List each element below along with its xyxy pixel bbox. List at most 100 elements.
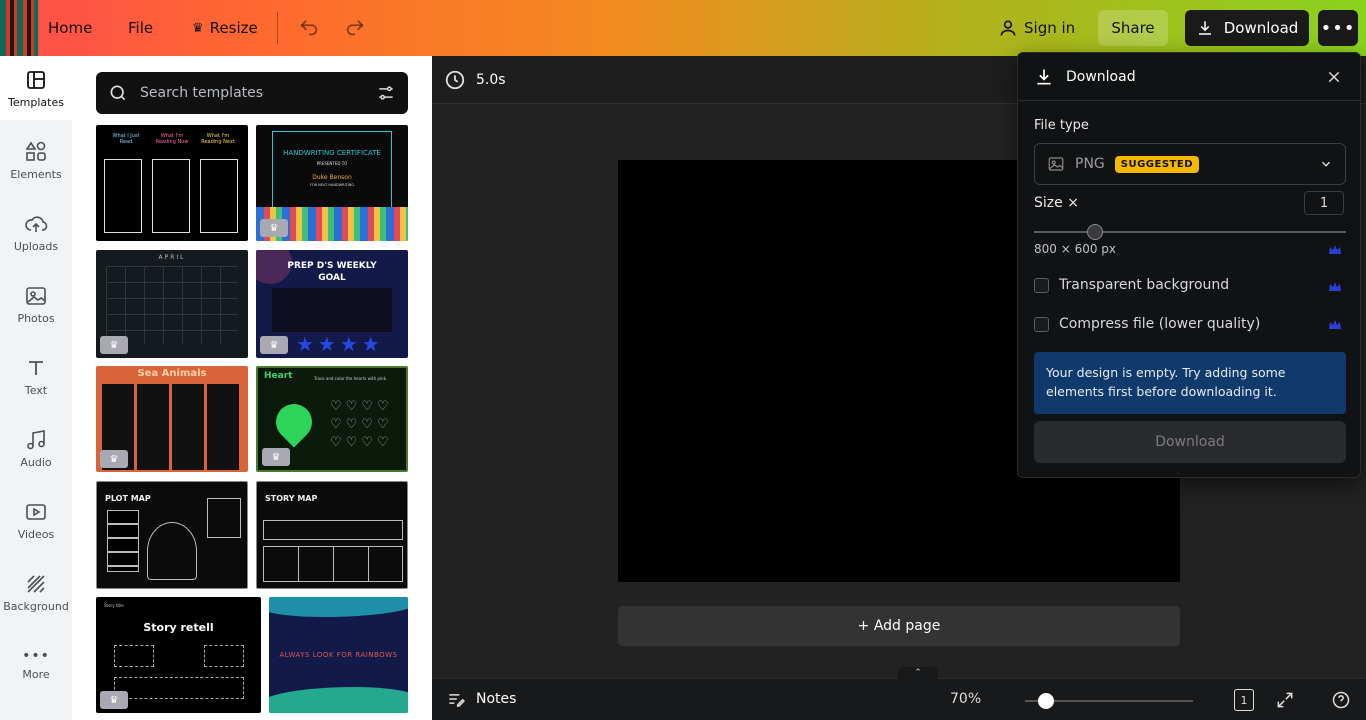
rail-item-elements[interactable]: Elements — [0, 128, 72, 192]
home-button[interactable]: Home — [40, 10, 100, 46]
file-menu-button[interactable]: File — [120, 10, 161, 46]
goal-box — [272, 288, 392, 332]
rail-item-audio[interactable]: Audio — [0, 416, 72, 480]
redo-button[interactable] — [336, 10, 374, 46]
template-thumbnail[interactable]: STORY MAP — [256, 481, 408, 589]
retell-box — [204, 645, 244, 667]
heart-character — [268, 396, 320, 448]
rail-item-text[interactable]: Text — [0, 344, 72, 408]
template-text: STORY MAP — [265, 494, 318, 503]
template-thumbnail[interactable]: Story title Story retell ♛ — [96, 597, 261, 713]
search-input[interactable]: Search templates — [140, 85, 364, 101]
template-thumbnail[interactable]: PLOT MAP — [96, 481, 248, 589]
size-slider[interactable] — [1034, 231, 1346, 233]
template-thumbnail[interactable]: APRIL ♛ — [96, 250, 248, 358]
template-thumbnail[interactable]: What I Just Read What I'm Reading Now Wh… — [96, 125, 248, 241]
close-icon[interactable] — [1326, 69, 1342, 85]
add-page-button[interactable]: + Add page — [618, 606, 1180, 646]
download-label: Download — [1223, 19, 1299, 37]
notes-button[interactable]: Notes — [446, 689, 516, 709]
download-panel-title: Download — [1066, 68, 1136, 85]
template-thumbnail[interactable]: PREP D'S WEEKLY GOAL ★★★★ ♛ — [256, 250, 408, 358]
fullscreen-icon[interactable] — [1275, 690, 1295, 710]
template-thumbnail[interactable]: HANDWRITING CERTIFICATE PRESENTED TO Duk… — [256, 125, 408, 241]
story-row — [263, 520, 403, 540]
more-options-button[interactable]: ••• — [1318, 10, 1358, 46]
compress-file-checkbox[interactable] — [1034, 316, 1049, 332]
download-button[interactable]: Download — [1185, 10, 1309, 46]
rail-item-photos[interactable]: Photos — [0, 272, 72, 336]
rail-label: Videos — [17, 527, 55, 541]
file-type-select[interactable]: PNG SUGGESTED — [1034, 143, 1346, 185]
rail-item-templates[interactable]: Templates — [0, 56, 72, 120]
zoom-slider-knob[interactable] — [1038, 693, 1054, 709]
download-submit-button[interactable]: Download — [1034, 421, 1346, 463]
undo-button[interactable] — [290, 10, 328, 46]
undo-icon — [300, 20, 318, 36]
template-thumbnail[interactable]: Sea Animals ♛ — [96, 366, 248, 472]
more-icon: ••• — [22, 647, 50, 664]
page-count-button[interactable]: 1 — [1234, 689, 1254, 711]
brand-stripe — [0, 0, 38, 56]
resize-button[interactable]: ♛ Resize — [184, 10, 266, 46]
compress-file-option[interactable]: Compress file (lower quality) — [1034, 314, 1346, 334]
clock-icon[interactable] — [444, 69, 466, 91]
filter-icon[interactable] — [376, 83, 396, 103]
expand-pages-button[interactable]: ⌃ — [898, 667, 938, 679]
premium-crown-icon: ♛ — [262, 448, 290, 466]
bottom-bar: ⌃ Notes 70% 1 — [432, 667, 1366, 720]
download-panel: Download File type PNG SUGGESTED Size × … — [1017, 52, 1361, 478]
rail-item-uploads[interactable]: Uploads — [0, 200, 72, 264]
plot-box — [207, 498, 241, 538]
template-thumbnail[interactable]: ALWAYS LOOK FOR RAINBOWS — [269, 597, 408, 713]
rail-label: Uploads — [13, 239, 59, 253]
rail-item-videos[interactable]: Videos — [0, 488, 72, 552]
premium-crown-icon: ♛ — [100, 336, 128, 354]
size-label: Size × — [1034, 195, 1079, 211]
transparent-background-checkbox[interactable] — [1034, 277, 1049, 293]
retell-box — [114, 677, 244, 699]
file-type-value: PNG — [1075, 156, 1105, 172]
premium-crown-icon — [1329, 245, 1341, 254]
template-text: What I'm Reading Now — [155, 133, 189, 145]
templates-panel: Search templates What I Just Read What I… — [72, 56, 432, 720]
rail-item-more[interactable]: ••• More — [0, 632, 72, 696]
chevron-down-icon — [1322, 161, 1330, 167]
share-label: Share — [1111, 19, 1155, 37]
download-icon — [1037, 69, 1051, 84]
template-thumbnail[interactable]: Heart Trace and color the hearts with pi… — [256, 366, 408, 472]
sign-in-button[interactable]: Sign in — [990, 10, 1083, 46]
template-text: Story retell — [143, 621, 214, 634]
premium-crown-icon — [1329, 282, 1341, 291]
zoom-value[interactable]: 70% — [950, 691, 981, 707]
help-icon[interactable] — [1331, 690, 1351, 710]
certificate-frame — [272, 131, 392, 213]
heart-outlines: ♡♡♡♡ ♡♡♡♡ ♡♡♡♡ — [330, 399, 393, 450]
stars-row: ★★★★ — [296, 332, 384, 356]
rail-item-background[interactable]: Background — [0, 560, 72, 624]
template-text: ALWAYS LOOK FOR RAINBOWS — [279, 651, 398, 659]
sign-in-label: Sign in — [1024, 19, 1076, 37]
size-slider-knob[interactable] — [1087, 224, 1103, 240]
template-text: What I Just Read — [112, 133, 140, 145]
story-columns — [263, 546, 403, 582]
mountain-drawing — [147, 522, 197, 580]
share-button[interactable]: Share — [1098, 10, 1168, 46]
size-multiplier-input[interactable]: 1 — [1304, 191, 1344, 215]
templates-icon — [27, 70, 45, 89]
search-bar[interactable]: Search templates — [96, 72, 408, 114]
transparent-background-option[interactable]: Transparent background — [1034, 275, 1346, 295]
download-icon — [1198, 21, 1211, 35]
redo-icon — [346, 20, 364, 36]
premium-crown-icon — [1329, 320, 1341, 329]
duration-label[interactable]: 5.0s — [476, 72, 506, 88]
download-panel-header: Download — [1018, 53, 1360, 101]
image-icon — [1048, 157, 1064, 171]
audio-icon — [27, 429, 45, 449]
empty-design-notice: Your design is empty. Try adding some el… — [1034, 352, 1346, 414]
template-text: What I'm Reading Next — [201, 133, 235, 145]
crown-icon: ♛ — [192, 20, 204, 36]
premium-crown-icon: ♛ — [260, 336, 288, 354]
toolbar-divider — [277, 12, 278, 44]
template-text: Story title — [104, 603, 124, 608]
